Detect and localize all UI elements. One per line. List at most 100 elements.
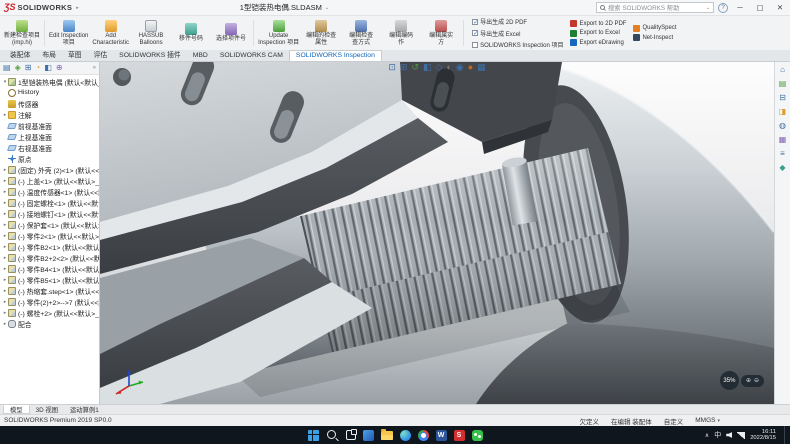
volume-icon[interactable] — [726, 432, 732, 438]
net-inspect-button[interactable]: Net-Inspect — [633, 34, 676, 41]
zoom-in-icon[interactable]: ⊕ — [746, 377, 751, 384]
tab-sketch[interactable]: 草图 — [62, 48, 88, 61]
featuremanager-tree-icon[interactable]: ▤ — [3, 64, 11, 72]
tab-evaluate[interactable]: 评估 — [88, 48, 114, 61]
tab-solidworks-cam[interactable]: SOLIDWORKS CAM — [214, 51, 289, 61]
section-view-icon[interactable]: ◧ — [423, 63, 432, 72]
export-2dpdf-checkbox-row[interactable]: 导出生成 2D PDF — [472, 17, 563, 26]
task-view-button[interactable] — [346, 430, 356, 440]
displaymanager-icon[interactable]: ◧ — [44, 64, 52, 72]
graphics-viewport[interactable]: ⊡ ⊞ ↺ ◧ ◇ ◐ ◉ ● ▦ 35% ⊕ — [100, 62, 774, 404]
tree-item-annotations[interactable]: ▸注解 — [0, 109, 99, 120]
tree-item-component[interactable]: ▸(-) 零件2<1> (默认<<默认>_显示状态 — [0, 230, 99, 241]
tree-item-history[interactable]: History — [0, 87, 99, 98]
select-item-button[interactable]: 选择项件号 — [211, 17, 251, 49]
minimize-button[interactable]: ─ — [732, 0, 748, 15]
resources-icon[interactable]: ⌂ — [780, 66, 785, 74]
tree-item-component[interactable]: ▸(固定) 外壳 (2)<1> (默认<<默认>_显示状 — [0, 164, 99, 175]
tree-item-component[interactable]: ▸(-) 接地螺钉<1> (默认<<默认>_显示 — [0, 208, 99, 219]
tree-item-origin[interactable]: 原点 — [0, 153, 99, 164]
word-button[interactable]: W — [436, 430, 447, 441]
checkbox-checked-icon[interactable] — [472, 30, 478, 36]
view-orientation-icon[interactable]: ◇ — [435, 63, 442, 72]
tree-item-sensors[interactable]: 传感器 — [0, 98, 99, 109]
propertymanager-icon[interactable]: ◈ — [15, 64, 21, 72]
tree-item-component[interactable]: ▸(-) 零件B5<1> (默认<<默认>_显 — [0, 274, 99, 285]
edit-appearance-icon[interactable]: ● — [468, 63, 473, 72]
zoom-area-icon[interactable]: ⊞ — [400, 63, 408, 72]
tree-item-component[interactable]: ▸(-) 保护套<1> (默认<<默认>_显示状态 — [0, 219, 99, 230]
view-palette-icon[interactable]: ◨ — [779, 108, 787, 116]
configurationmanager-icon[interactable]: ⊞ — [25, 64, 32, 72]
inspection-project-checkbox-row[interactable]: SOLIDWORKS Inspection 项目 — [472, 40, 563, 49]
chrome-button[interactable] — [418, 430, 429, 441]
network-icon[interactable] — [737, 432, 745, 439]
tree-root-item[interactable]: ▾1型铠装热电偶 (默认<默认_显示状态-1 — [0, 76, 99, 87]
tree-item-component[interactable]: ▸(-) 零件B4<1> (默认<<默认>_显 — [0, 263, 99, 274]
edit-attributes-button[interactable]: 编辑属实方 — [421, 17, 461, 49]
custom-properties-icon[interactable]: ≡ — [780, 150, 785, 158]
checkbox-icon[interactable] — [472, 42, 478, 48]
tree-item-top-plane[interactable]: 上视基准面 — [0, 131, 99, 142]
search-input[interactable]: 搜索 SOLIDWORKS 帮助 ⌄ — [596, 2, 714, 13]
help-button[interactable]: ? — [718, 3, 728, 13]
ime-indicator[interactable]: 中 — [714, 430, 721, 440]
model-canvas[interactable] — [100, 62, 774, 404]
solidworks-taskbar-button[interactable]: S — [454, 430, 465, 441]
hide-show-items-icon[interactable]: ◉ — [456, 63, 464, 72]
taskbar-search-button[interactable] — [326, 429, 339, 442]
qualityspect-button[interactable]: QualitySpect — [633, 25, 676, 32]
export-to-2dpdf-button[interactable]: Export to 2D PDF — [570, 20, 626, 27]
tab-layout[interactable]: 布局 — [36, 48, 62, 61]
tab-solidworks-inspection[interactable]: SOLIDWORKS Inspection — [289, 50, 382, 61]
tree-item-component[interactable]: ▸(-) 热缩套.step<1> (默认<<默认>_ — [0, 285, 99, 296]
tree-item-component[interactable]: ▸(-) 零件B2<1> (默认<<默认>_显示 — [0, 241, 99, 252]
dimxpertmanager-icon[interactable]: ◔ — [35, 64, 40, 72]
design-library-icon[interactable]: ▤ — [779, 80, 787, 88]
edit-inspection-project-button[interactable]: Edit Inspection项目 — [47, 17, 90, 49]
units-dropdown[interactable]: MMGS▾ — [695, 417, 720, 424]
custom-dropdown[interactable]: 自定义 — [664, 416, 684, 426]
maximize-button[interactable]: ▢ — [752, 0, 768, 15]
checkbox-checked-icon[interactable] — [472, 19, 478, 25]
tree-item-right-plane[interactable]: 右视基准面 — [0, 142, 99, 153]
tab-assembly[interactable]: 装配体 — [4, 48, 36, 61]
wechat-button[interactable] — [472, 430, 483, 441]
tree-item-component[interactable]: ▸(-) 固定螺栓<1> (默认<<默认>_显示状 — [0, 197, 99, 208]
file-explorer-icon[interactable]: ⊟ — [779, 94, 786, 102]
start-button[interactable] — [308, 430, 319, 441]
tray-overflow-chevron-icon[interactable]: ∧ — [705, 432, 709, 439]
previous-view-icon[interactable]: ↺ — [411, 63, 419, 72]
scenes-icon[interactable]: ▦ — [779, 136, 787, 144]
display-style-icon[interactable]: ◐ — [446, 63, 451, 72]
add-characteristic-button[interactable]: AddCharacteristic — [90, 17, 131, 49]
zoom-controls[interactable]: ⊕ ⊖ — [741, 375, 764, 387]
chevron-down-icon[interactable]: ⌄ — [325, 5, 329, 11]
tree-item-front-plane[interactable]: 前视基准面 — [0, 120, 99, 131]
tree-item-component[interactable]: ▸(-) 零件B2+2<2> (默认<<默认>_显 — [0, 252, 99, 263]
inspection-manager-icon[interactable]: ⊕ — [56, 64, 63, 72]
tab-motion-study[interactable]: 运动算例1 — [64, 405, 105, 414]
tree-item-component[interactable]: ▸(-) 零件(2)+2>-->7 (默认<<默认>_ — [0, 296, 99, 307]
export-excel-checkbox-row[interactable]: 导出生成 Excel — [472, 29, 563, 38]
tab-3d-views[interactable]: 3D 视图 — [30, 405, 64, 414]
show-desktop-button[interactable] — [784, 426, 787, 444]
file-explorer-button[interactable] — [381, 431, 393, 440]
app-logo[interactable]: ƷS SOLIDWORKS ▸ — [0, 3, 79, 12]
menu-expand-icon[interactable]: ▸ — [76, 5, 79, 11]
apply-scene-icon[interactable]: ▦ — [477, 63, 486, 72]
edit-code-button[interactable]: 编辑编码作 — [381, 17, 421, 49]
balloons-button[interactable]: HASSUBBalloons — [131, 17, 171, 49]
tab-model[interactable]: 模型 — [3, 405, 30, 414]
export-edrawing-button[interactable]: Export eDrawing — [570, 39, 626, 46]
close-button[interactable]: ✕ — [772, 0, 788, 15]
tree-item-component[interactable]: ▸(-) 螺栓+2> (默认<<默认>_显示状 — [0, 307, 99, 318]
edit-inspection-method-button[interactable]: 编辑检查查方式 — [341, 17, 381, 49]
tree-item-component[interactable]: ▸(-) 上盖<1> (默认<<默认>_显示状态 — [0, 175, 99, 186]
part-number-button[interactable]: 移件号码 — [171, 17, 211, 49]
search-chevron-icon[interactable]: ⌄ — [706, 5, 710, 11]
new-inspection-project-button[interactable]: 新建检查项目(imp.hi) — [2, 17, 42, 49]
zoom-fit-icon[interactable]: ⊡ — [388, 63, 396, 72]
tree-item-mates[interactable]: ▸配合 — [0, 318, 99, 329]
taskbar-clock[interactable]: 16:11 2022/8/15 — [750, 429, 776, 442]
